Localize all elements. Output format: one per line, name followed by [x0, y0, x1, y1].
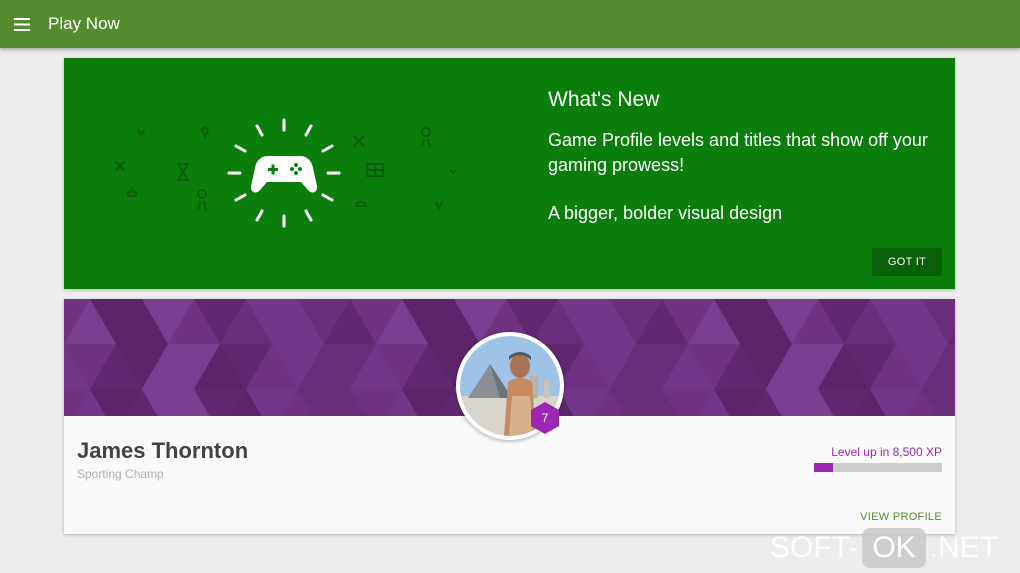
app-title: Play Now: [48, 14, 120, 33]
view-profile-button[interactable]: VIEW PROFILE: [860, 511, 942, 523]
app-bar: Play Now: [0, 0, 1020, 48]
xp-progress-bar: [814, 463, 942, 472]
whats-new-title: What's New: [548, 88, 660, 111]
whats-new-feature-levels: Game Profile levels and titles that show…: [548, 130, 928, 175]
gamepad-illustration: [115, 118, 457, 228]
gamepad-icon: [250, 156, 318, 193]
profile-card: James Thornton Sporting Champ Level up i…: [64, 299, 955, 534]
watermark-part-1: SOFT-: [770, 531, 859, 564]
level-up-text: Level up in 8,500 XP: [831, 445, 942, 459]
level-number: 7: [541, 411, 549, 425]
xp-progress-fill: [814, 463, 834, 472]
got-it-button[interactable]: GOT IT: [872, 248, 942, 276]
watermark-part-3: .NET: [929, 531, 999, 564]
menu-button[interactable]: [0, 0, 44, 48]
player-title: Sporting Champ: [77, 467, 164, 481]
whats-new-card: What's New Game Profile levels and title…: [64, 58, 955, 289]
whats-new-feature-design: A bigger, bolder visual design: [548, 203, 783, 223]
watermark: SOFT- OK .NET: [770, 528, 998, 568]
player-name: James Thornton: [77, 438, 249, 463]
menu-icon: [14, 17, 30, 31]
watermark-part-2: OK: [862, 528, 926, 568]
level-badge: 7: [529, 401, 561, 435]
